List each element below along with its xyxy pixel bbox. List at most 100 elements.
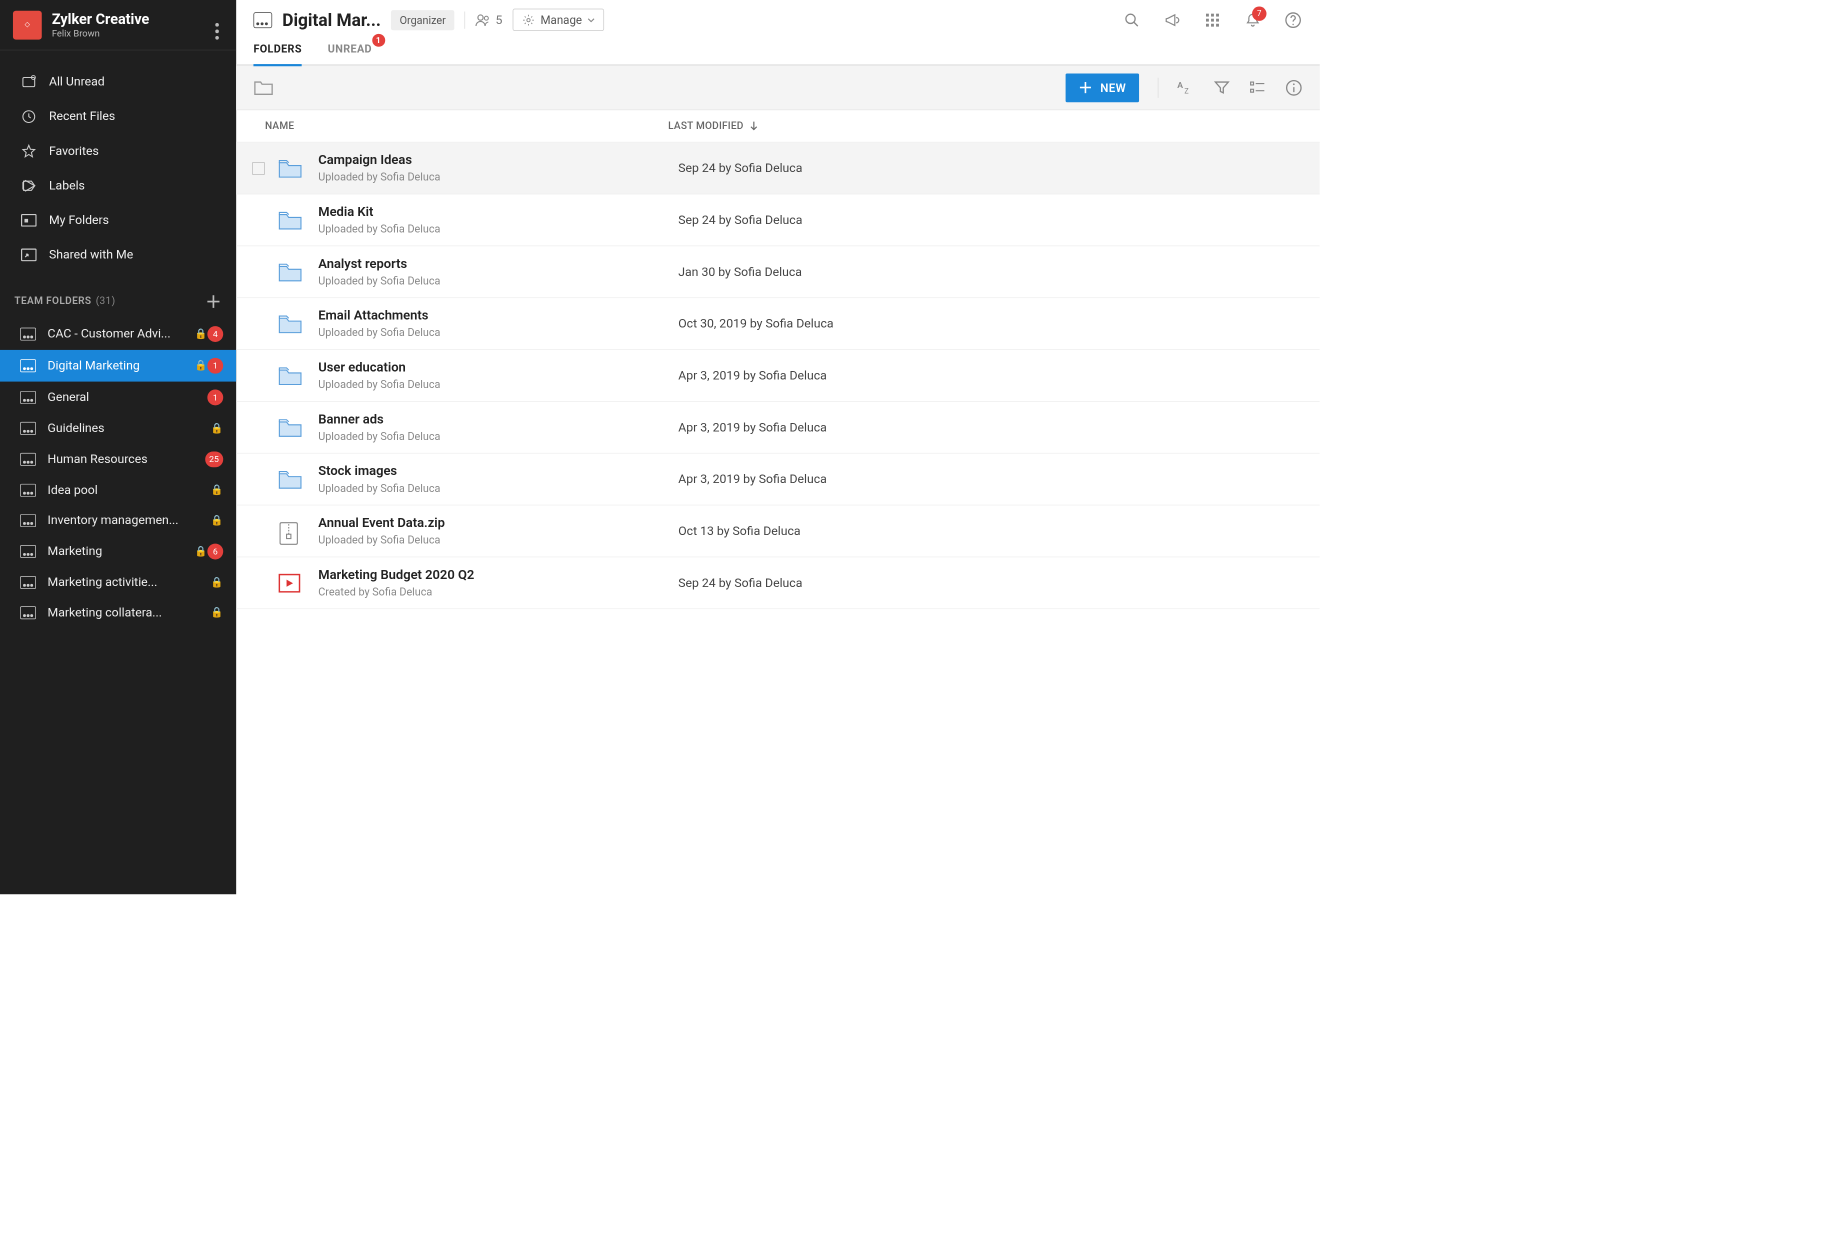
nav-item-tag[interactable]: Labels [0, 168, 236, 203]
team-folder-item[interactable]: CAC - Customer Advi...🔒4 [0, 318, 236, 350]
chevron-down-icon [588, 18, 595, 22]
file-modified: Sep 24 by Sofia Deluca [678, 576, 802, 590]
team-folder-icon [20, 606, 36, 619]
team-folder-item[interactable]: Marketing collatera...🔒 [0, 598, 236, 628]
breadcrumb-folder-icon[interactable] [253, 79, 273, 96]
team-folder-item[interactable]: Digital Marketing🔒1 [0, 350, 236, 382]
nav-item-label: Shared with Me [49, 248, 133, 262]
file-row[interactable]: User educationUploaded by Sofia DelucaAp… [236, 350, 1320, 402]
row-checkbox[interactable] [252, 162, 265, 175]
team-folder-icon [20, 514, 36, 527]
apps-grid-icon [1205, 13, 1219, 27]
file-row[interactable]: Marketing Budget 2020 Q2Created by Sofia… [236, 557, 1320, 609]
lock-icon: 🔒 [195, 360, 208, 372]
svg-text:A: A [1177, 81, 1183, 91]
tab-folders[interactable]: FOLDERS [253, 42, 301, 64]
unread-count-badge: 6 [207, 544, 223, 560]
page-title: Digital Mar... [282, 10, 381, 30]
team-folder-icon [20, 576, 36, 589]
info-button[interactable] [1285, 79, 1302, 96]
unread-count-badge: 4 [207, 326, 223, 342]
help-icon [1284, 11, 1301, 28]
file-type-icon [278, 417, 302, 437]
file-row[interactable]: Stock imagesUploaded by Sofia DelucaApr … [236, 454, 1320, 506]
file-type-icon [278, 262, 302, 282]
add-team-folder-button[interactable]: ＋ [206, 289, 222, 312]
nav-item-label: Recent Files [49, 109, 115, 123]
filter-button[interactable] [1213, 79, 1230, 96]
team-folder-icon [20, 422, 36, 435]
filter-icon [1214, 81, 1230, 95]
help-button[interactable] [1284, 10, 1303, 29]
apps-button[interactable] [1203, 10, 1222, 29]
file-row[interactable]: Campaign IdeasUploaded by Sofia DelucaSe… [236, 143, 1320, 195]
lock-icon: 🔒 [211, 485, 224, 497]
team-folder-label: Marketing collatera... [48, 606, 205, 620]
file-subtitle: Uploaded by Sofia Deluca [318, 326, 678, 339]
sidebar: ◇ Zylker Creative Felix Brown All Unread… [0, 0, 236, 894]
workspace-menu-button[interactable] [215, 20, 219, 42]
team-folder-item[interactable]: Human Resources25 [0, 444, 236, 476]
search-icon [1124, 12, 1140, 28]
members-count[interactable]: 5 [475, 13, 502, 27]
file-type-icon [278, 365, 302, 385]
team-folder-item[interactable]: Marketing activitie...🔒 [0, 567, 236, 597]
team-folder-label: General [48, 390, 208, 404]
file-subtitle: Uploaded by Sofia Deluca [318, 222, 678, 235]
file-type-icon [278, 210, 302, 230]
tabs: FOLDERS UNREAD1 [236, 31, 1320, 66]
column-name[interactable]: NAME [265, 120, 668, 132]
file-modified: Apr 3, 2019 by Sofia Deluca [678, 420, 827, 434]
members-icon [475, 13, 491, 26]
new-button[interactable]: ＋NEW [1065, 73, 1139, 102]
brand-logo: ◇ [13, 10, 42, 39]
team-folder-item[interactable]: Idea pool 🔒 [0, 475, 236, 505]
toolbar: ＋NEW AZ [236, 66, 1320, 110]
column-last-modified[interactable]: LAST MODIFIED [668, 120, 758, 132]
team-folder-label: Human Resources [48, 452, 205, 466]
main-panel: Digital Mar... Organizer 5 Manage 7 [236, 0, 1320, 894]
team-folder-item[interactable]: Inventory managemen...🔒 [0, 505, 236, 535]
nav-item-shared[interactable]: Shared with Me [0, 238, 236, 273]
nav-item-label: My Folders [49, 213, 109, 227]
team-folder-item[interactable]: Guidelines🔒 [0, 413, 236, 443]
file-name: Campaign Ideas [318, 153, 678, 168]
file-type-icon [278, 158, 302, 178]
nav-item-label: Labels [49, 179, 85, 193]
announcements-button[interactable] [1163, 10, 1182, 29]
file-row[interactable]: Email Attachments Uploaded by Sofia Deluc… [236, 298, 1320, 350]
file-row[interactable]: Banner ads Uploaded by Sofia DelucaApr 3,… [236, 402, 1320, 454]
team-folder-label: Idea pool [48, 483, 205, 497]
team-folder-icon [20, 453, 36, 466]
team-folder-label: Marketing [48, 544, 190, 558]
file-name: Email Attachments [318, 308, 678, 323]
team-folder-icon [20, 328, 36, 341]
view-options-button[interactable] [1249, 79, 1266, 96]
nav-list: All Unread Recent Files Favorites Labels My … [0, 50, 236, 272]
file-subtitle: Uploaded by Sofia Deluca [318, 430, 678, 443]
notifications-button[interactable]: 7 [1243, 10, 1262, 29]
file-name: User education [318, 360, 678, 375]
manage-dropdown[interactable]: Manage [512, 9, 604, 31]
file-row[interactable]: Analyst reportsUploaded by Sofia DelucaJ… [236, 246, 1320, 298]
file-name: Banner ads [318, 412, 678, 427]
unread-count-badge: 1 [207, 390, 223, 406]
tab-unread[interactable]: UNREAD1 [328, 42, 372, 64]
file-row[interactable]: Media KitUploaded by Sofia DelucaSep 24 … [236, 194, 1320, 246]
team-folder-item[interactable]: General1 [0, 382, 236, 414]
nav-item-clock[interactable]: Recent Files [0, 99, 236, 134]
file-modified: Jan 30 by Sofia Deluca [678, 265, 802, 279]
nav-item-inbox[interactable]: All Unread [0, 65, 236, 100]
nav-item-label: Favorites [49, 144, 99, 158]
team-folders-count: (31) [96, 295, 116, 307]
sort-az-button[interactable]: AZ [1177, 79, 1194, 96]
file-name: Annual Event Data.zip [318, 516, 678, 531]
search-button[interactable] [1122, 10, 1141, 29]
team-folder-label: Marketing activitie... [48, 575, 205, 589]
nav-item-myfolder[interactable]: My Folders [0, 203, 236, 238]
team-folder-item[interactable]: Marketing🔒6 [0, 536, 236, 568]
star-icon [20, 143, 37, 160]
nav-item-star[interactable]: Favorites [0, 134, 236, 169]
file-row[interactable]: Annual Event Data.zipUploaded by Sofia D… [236, 505, 1320, 557]
team-folder-icon [20, 545, 36, 558]
